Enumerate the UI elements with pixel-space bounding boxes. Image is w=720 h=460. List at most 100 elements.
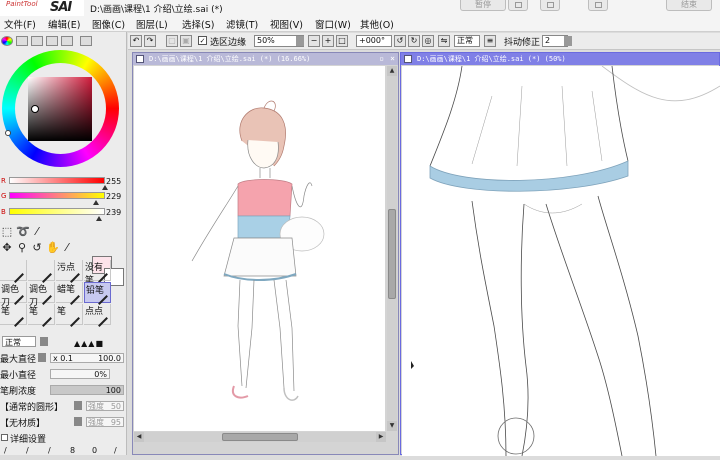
menu-select[interactable]: 选择(S)	[182, 17, 214, 31]
size-mult-dropdown-icon[interactable]	[38, 353, 46, 362]
end-button[interactable]: 结束	[666, 0, 712, 11]
rotate-left-button[interactable]: ↺	[394, 35, 406, 47]
rotation-field[interactable]: +000°	[356, 35, 392, 47]
move-icon[interactable]: ✥	[1, 242, 13, 254]
color-wheel-mode-icon[interactable]	[1, 36, 13, 46]
brush-slot[interactable]: 蜡笔	[56, 282, 83, 305]
window-button-2[interactable]	[540, 0, 560, 11]
document-title-right[interactable]: D:\画画\课程\1 介绍\立绘.sai (*) (50%)	[401, 53, 719, 65]
marquee-icon[interactable]: ⬚	[1, 226, 13, 238]
slider-track[interactable]	[9, 208, 105, 215]
slider-thumb[interactable]	[96, 216, 103, 221]
slider-track[interactable]	[9, 192, 105, 199]
maximize-icon[interactable]: ▫	[379, 53, 384, 65]
stabilizer-dropdown-icon[interactable]	[564, 36, 572, 46]
scroll-left-arrow[interactable]: ◀	[134, 432, 144, 442]
rotate-right-button[interactable]: ↻	[408, 35, 420, 47]
rotate-reset-button[interactable]: ◎	[422, 35, 434, 47]
blend-mode-button[interactable]: ≡	[484, 35, 496, 47]
color-slider-r[interactable]: R 255	[0, 177, 127, 191]
left-vertical-scroll-thumb[interactable]	[388, 209, 396, 299]
bottom-preset-1[interactable]: /	[4, 446, 7, 455]
swatches-mode-icon[interactable]	[61, 36, 73, 46]
redo-button[interactable]: ↷	[144, 35, 156, 47]
zoom-out-button[interactable]: −	[308, 35, 320, 47]
bottom-preset-2[interactable]: /	[26, 446, 29, 455]
brush-slot[interactable]: 笔	[28, 304, 55, 327]
window-button-1[interactable]	[508, 0, 528, 11]
palette-mode-icon[interactable]	[46, 36, 58, 46]
texture-dropdown-icon[interactable]	[74, 417, 82, 426]
brush-slot[interactable]	[28, 260, 55, 283]
brush-slot[interactable]: 没有笔	[84, 260, 111, 286]
document-title-left[interactable]: D:\画画\课程\1 介绍\立绘.sai (*) (16.66%) ▫ ×	[133, 53, 398, 65]
detail-settings-checkbox[interactable]	[1, 434, 8, 441]
zoom-in-button[interactable]: +	[322, 35, 334, 47]
lasso-icon[interactable]: ➰	[16, 226, 30, 238]
max-size-field[interactable]: x 0.1 100.0	[50, 353, 124, 363]
density-field[interactable]: 100	[50, 385, 124, 395]
brush-slot[interactable]: 笔	[56, 304, 83, 327]
eyedropper-icon[interactable]: ⁄	[61, 242, 73, 254]
bottom-preset-4[interactable]: 8	[70, 446, 75, 455]
selection-edge-checkbox[interactable]: ✓	[198, 36, 207, 45]
slider-track[interactable]	[9, 177, 105, 184]
brush-slot[interactable]: 调色刀	[28, 282, 55, 308]
layer-blend-select[interactable]: 正常	[454, 35, 480, 47]
scroll-down-arrow[interactable]: ▼	[387, 421, 397, 431]
menu-filter[interactable]: 滤镜(T)	[226, 17, 258, 31]
rgb-slider-mode-icon[interactable]	[16, 36, 28, 46]
bottom-preset-5[interactable]: 0	[92, 446, 97, 455]
zoom-icon[interactable]: ⚲	[16, 242, 28, 254]
scroll-up-arrow[interactable]: ▲	[387, 66, 397, 76]
brush-blend-select[interactable]: 正常	[2, 336, 36, 347]
left-horizontal-scrollbar[interactable]: ◀ ▶	[134, 432, 386, 442]
window-button-3[interactable]	[588, 0, 608, 11]
brush-slot[interactable]: 点点	[84, 304, 111, 327]
drawing-canvas-left[interactable]	[134, 66, 385, 431]
scratchpad-mode-icon[interactable]	[80, 36, 92, 46]
blend-dropdown-icon[interactable]	[40, 337, 48, 346]
left-horizontal-scroll-thumb[interactable]	[222, 433, 298, 441]
detail-settings-row[interactable]: 详细设置	[0, 432, 126, 446]
scroll-right-arrow[interactable]: ▶	[376, 432, 386, 442]
color-slider-g[interactable]: G 229	[0, 192, 127, 206]
menu-window[interactable]: 窗口(W)	[315, 17, 351, 31]
hand-icon[interactable]: ✋	[46, 242, 60, 254]
flip-horizontal-button[interactable]: ⇋	[438, 35, 450, 47]
document-window-right[interactable]: D:\画画\课程\1 介绍\立绘.sai (*) (50%)	[400, 52, 720, 457]
document-window-left[interactable]: D:\画画\课程\1 介绍\立绘.sai (*) (16.66%) ▫ × ▲ …	[132, 52, 399, 455]
invert-selection-button[interactable]: ▣	[180, 35, 192, 47]
color-slider-b[interactable]: B 239	[0, 208, 127, 222]
slider-thumb[interactable]	[92, 200, 99, 205]
sv-cursor[interactable]	[31, 105, 39, 113]
shape-dropdown-icon[interactable]	[74, 401, 82, 410]
menu-file[interactable]: 文件(F)	[4, 17, 36, 31]
brush-slot[interactable]: 污点	[56, 260, 83, 283]
brush-slot[interactable]: 笔	[0, 304, 27, 327]
brush-slot[interactable]: 调色刀	[0, 282, 27, 308]
undo-button[interactable]: ↶	[130, 35, 142, 47]
drawing-canvas-right[interactable]	[402, 65, 720, 457]
rotate-icon[interactable]: ↺	[31, 242, 43, 254]
zoom-dropdown-icon[interactable]	[296, 36, 304, 46]
brush-slot[interactable]: 铅笔	[84, 282, 111, 305]
menu-edit[interactable]: 编辑(E)	[48, 17, 80, 31]
menu-image[interactable]: 图像(C)	[92, 17, 125, 31]
zoom-reset-button[interactable]: □	[336, 35, 348, 47]
menu-view[interactable]: 视图(V)	[270, 17, 303, 31]
bottom-preset-6[interactable]: /	[114, 446, 117, 455]
menu-layer[interactable]: 图层(L)	[136, 17, 168, 31]
brush-shape-presets[interactable]: ▲▲▲■	[74, 339, 104, 348]
deselect-button[interactable]: ▢	[166, 35, 178, 47]
hsv-slider-mode-icon[interactable]	[31, 36, 43, 46]
brush-slot[interactable]	[0, 260, 27, 283]
hue-cursor[interactable]	[5, 130, 11, 136]
menu-other[interactable]: 其他(O)	[360, 17, 394, 31]
magic-wand-icon[interactable]: ⁄	[31, 226, 43, 238]
min-size-field[interactable]: 0%	[50, 369, 110, 379]
pause-button[interactable]: 暂停	[460, 0, 506, 11]
close-icon[interactable]: ×	[390, 53, 395, 65]
left-vertical-scrollbar[interactable]: ▲ ▼	[387, 66, 397, 431]
bottom-preset-3[interactable]: /	[48, 446, 51, 455]
